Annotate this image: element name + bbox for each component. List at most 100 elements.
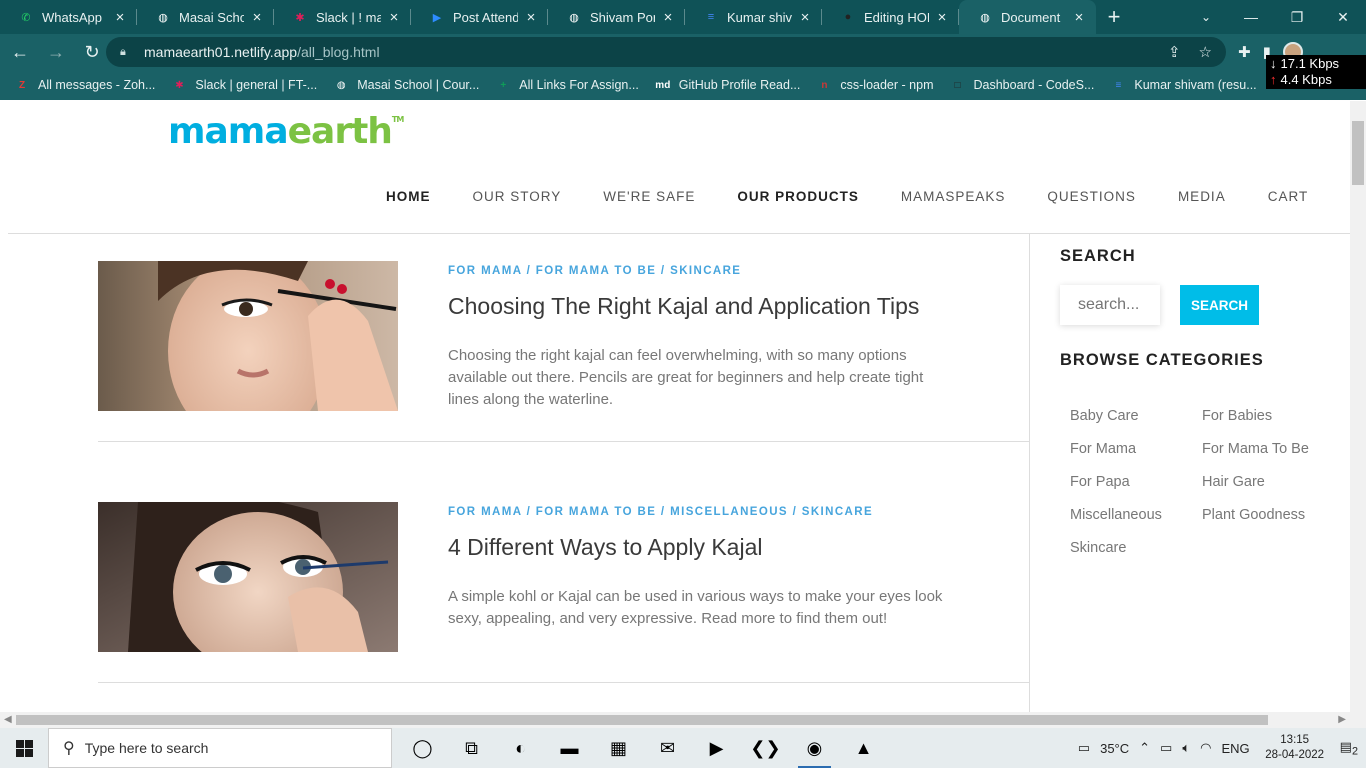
scroll-left-icon[interactable]: ◀ (4, 714, 12, 725)
tab-close-icon[interactable]: × (387, 9, 401, 26)
scroll-right-icon[interactable]: ▶ (1338, 714, 1346, 725)
weather-temp[interactable]: 35°C (1100, 741, 1129, 756)
tab-close-icon[interactable]: × (935, 9, 949, 26)
tab-close-icon[interactable]: × (1072, 9, 1086, 26)
bookmark-item[interactable]: md GitHub Profile Read... (655, 77, 800, 93)
close-window-icon[interactable]: ✕ (1320, 0, 1366, 34)
edge-icon[interactable]: ◐ (496, 728, 545, 768)
task-view-icon[interactable]: ⧉ (447, 728, 496, 768)
nav-link-we-re-safe[interactable]: WE'RE SAFE (603, 189, 695, 204)
sidebar-search-button[interactable]: SEARCH (1180, 285, 1259, 325)
bookmark-item[interactable]: ≡ Kumar shivam (resu... (1110, 77, 1256, 93)
browser-tab[interactable]: ▶ Post Attendee × (411, 0, 548, 34)
post-categories[interactable]: FOR MAMA / FOR MAMA TO BE / SKINCARE (448, 265, 741, 277)
new-tab-icon[interactable]: + (1096, 0, 1132, 34)
bookmark-star-icon[interactable]: ☆ (1199, 43, 1212, 61)
category-link[interactable]: Hair Gare (1202, 474, 1342, 492)
extensions-puzzle-icon[interactable]: ✚ (1238, 43, 1251, 61)
category-link[interactable]: For Mama (1070, 441, 1202, 459)
address-bar[interactable]: 🔒︎ mamaearth01.netlify.app/all_blog.html… (106, 37, 1226, 67)
browser-tab[interactable]: ◍ Shivam Portfo × (548, 0, 685, 34)
reload-icon[interactable]: ↻ (76, 36, 108, 68)
browser-tab[interactable]: ≡ Kumar shivam × (685, 0, 822, 34)
logo-trademark: TM (391, 115, 404, 124)
notifications-icon[interactable]: ▤2 (1340, 739, 1358, 758)
back-icon[interactable]: ← (4, 36, 36, 68)
post-categories[interactable]: FOR MAMA / FOR MAMA TO BE / MISCELLANEOU… (448, 506, 873, 518)
browser-tab[interactable]: ✆ WhatsApp × (0, 0, 137, 34)
wifi-icon[interactable]: ◠ (1200, 740, 1211, 756)
cortana-icon[interactable]: ◯ (398, 728, 447, 768)
vertical-scrollbar[interactable] (1350, 101, 1366, 712)
forward-icon[interactable]: → (40, 36, 72, 68)
tab-close-icon[interactable]: × (250, 9, 264, 26)
horizontal-scrollbar[interactable]: ◀ ▶ (0, 712, 1366, 728)
category-link[interactable]: Miscellaneous (1070, 507, 1202, 525)
vertical-scroll-thumb[interactable] (1352, 121, 1364, 185)
category-link[interactable]: Baby Care (1070, 408, 1202, 426)
taskbar-search[interactable]: ⚲ Type here to search (48, 728, 392, 768)
mamaearth-logo[interactable]: mamaearthTM (168, 111, 404, 152)
bookmark-item[interactable]: n css-loader - npm (816, 77, 933, 93)
category-link[interactable]: Plant Goodness (1202, 507, 1342, 525)
nav-link-mamaspeaks[interactable]: MAMASPEAKS (901, 189, 1006, 204)
post-thumbnail-kajal-eyes[interactable] (98, 502, 398, 652)
system-clock[interactable]: 13:15 28-04-2022 (1260, 733, 1330, 763)
system-tray: ▭ 35°C ⌃ ▭ 🔈︎ ◠ ENG 13:15 28-04-2022 ▤2 (1078, 728, 1366, 768)
github-readme-icon: md (655, 79, 671, 91)
zoom-icon[interactable]: ▶ (692, 728, 741, 768)
nav-link-media[interactable]: MEDIA (1178, 189, 1226, 204)
tab-search-icon[interactable]: ⌄ (1194, 0, 1218, 34)
upload-speed: 4.4 Kbps (1270, 72, 1362, 88)
sidebar-search-input[interactable] (1060, 285, 1160, 325)
vscode-icon[interactable]: ❮❯ (741, 728, 790, 768)
file-explorer-icon[interactable]: ▬ (545, 728, 594, 768)
photos-icon[interactable]: ▲ (839, 728, 888, 768)
chrome-icon[interactable]: ◉ (790, 728, 839, 768)
search-icon: ⚲ (63, 740, 75, 757)
start-button[interactable] (0, 728, 48, 768)
browser-tab[interactable]: ✱ Slack | ! mac_ × (274, 0, 411, 34)
browser-tab[interactable]: ● Editing HOME × (822, 0, 959, 34)
tab-close-icon[interactable]: × (524, 9, 538, 26)
browser-tab[interactable]: ◍ Masai School × (137, 0, 274, 34)
logo-part-mama: mama (168, 111, 289, 152)
slack-icon: ✱ (175, 79, 184, 91)
mail-icon[interactable]: ✉ (643, 728, 692, 768)
notification-count: 2 (1351, 745, 1358, 758)
nav-link-questions[interactable]: QUESTIONS (1047, 189, 1136, 204)
horizontal-scroll-thumb[interactable] (16, 715, 1268, 725)
show-hidden-icons-icon[interactable]: ⌃ (1139, 740, 1150, 756)
nav-link-our-story[interactable]: OUR STORY (473, 189, 562, 204)
tab-close-icon[interactable]: × (661, 9, 675, 26)
language-indicator[interactable]: ENG (1222, 741, 1250, 756)
category-link[interactable]: Skincare (1070, 540, 1202, 558)
nav-link-home[interactable]: HOME (386, 189, 431, 204)
category-link[interactable]: For Babies (1202, 408, 1342, 426)
bookmark-item[interactable]: □ Dashboard - CodeS... (949, 77, 1094, 93)
tab-label: Slack | ! mac_ (316, 9, 381, 25)
browser-tab[interactable]: ◍ Document × (959, 0, 1096, 34)
tab-close-icon[interactable]: × (798, 9, 812, 26)
bookmark-item[interactable]: Z All messages - Zoh... (14, 77, 155, 93)
battery-icon[interactable]: ▭ (1160, 740, 1172, 756)
category-link[interactable]: For Mama To Be (1202, 441, 1342, 459)
category-link[interactable]: For Papa (1070, 474, 1202, 492)
post-title[interactable]: 4 Different Ways to Apply Kajal (448, 534, 763, 561)
store-icon[interactable]: ▦ (594, 728, 643, 768)
download-speed: 17.1 Kbps (1270, 56, 1362, 72)
minimize-icon[interactable]: — (1228, 0, 1274, 34)
bookmark-item[interactable]: ◍ Masai School | Cour... (333, 77, 479, 93)
post-title[interactable]: Choosing The Right Kajal and Application… (448, 293, 919, 320)
post-thumbnail-kajal-pencil[interactable] (98, 261, 398, 411)
weather-icon[interactable]: ▭ (1078, 740, 1090, 756)
restore-icon[interactable]: ❐ (1274, 0, 1320, 34)
bookmark-item[interactable]: ✱ Slack | general | FT-... (171, 77, 317, 93)
bookmark-item[interactable]: + All Links For Assign... (495, 77, 638, 93)
nav-link-our-products[interactable]: OUR PRODUCTS (737, 189, 859, 204)
share-icon[interactable]: ⇪ (1168, 43, 1181, 61)
nav-link-cart[interactable]: CART (1268, 189, 1309, 204)
speaker-icon[interactable]: 🔈︎ (1182, 740, 1190, 756)
tab-close-icon[interactable]: × (113, 9, 127, 26)
github-icon: ● (844, 11, 852, 23)
